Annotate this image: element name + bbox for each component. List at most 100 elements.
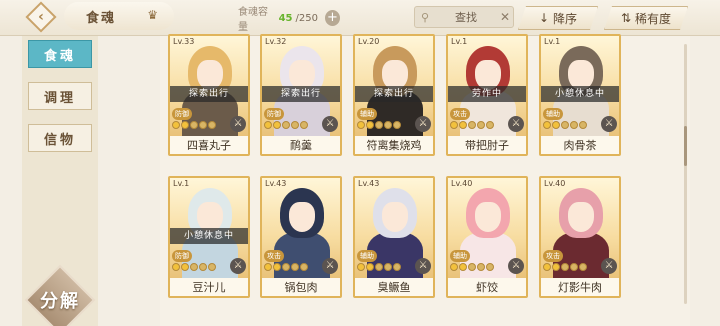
star-icon	[579, 121, 587, 129]
tab-title[interactable]: 食魂 ♛	[64, 2, 174, 30]
star-icon	[552, 263, 560, 271]
portrait-face	[568, 202, 594, 232]
card-name: 锅包肉	[262, 278, 340, 296]
scrollbar[interactable]	[684, 44, 687, 304]
star-icon	[570, 263, 578, 271]
soul-card[interactable]: Lv.40 辅助 ⚔ 虾饺	[446, 176, 528, 298]
star-icon	[570, 121, 578, 129]
card-stars	[357, 121, 401, 129]
star-icon	[366, 121, 374, 129]
card-stars	[543, 121, 587, 129]
card-name: 四喜丸子	[170, 136, 248, 154]
soul-card[interactable]: Lv.32 探索出行 防御 ⚔ 鸸羹	[260, 34, 342, 156]
card-name: 灯影牛肉	[541, 278, 619, 296]
capacity-max: /250	[295, 12, 318, 24]
card-level: Lv.1	[544, 37, 561, 46]
card-name: 符离集烧鸡	[355, 136, 433, 154]
card-level: Lv.1	[451, 37, 468, 46]
star-icon	[199, 121, 207, 129]
soul-card[interactable]: Lv.1 劳作中 攻击 ⚔ 带把肘子	[446, 34, 528, 156]
card-role-badge: 辅助	[450, 250, 470, 262]
star-icon	[450, 263, 458, 271]
scrollbar-thumb[interactable]	[684, 126, 687, 166]
sidebar-tab-cooking[interactable]: 调理	[28, 82, 92, 110]
weapon-icon: ⚔	[322, 258, 338, 274]
card-role-badge: 攻击	[543, 250, 563, 262]
weapon-icon: ⚔	[601, 116, 617, 132]
sidebar: 食魂 调理 信物 分解	[22, 36, 98, 326]
card-stars	[357, 263, 401, 271]
clear-icon[interactable]: ✕	[497, 10, 513, 24]
soul-card[interactable]: Lv.1 小憩休息中 辅助 ⚔ 肉骨茶	[539, 34, 621, 156]
sidebar-tab-label: 信物	[43, 132, 76, 148]
star-icon	[282, 121, 290, 129]
star-icon	[190, 263, 198, 271]
decompose-button[interactable]: 分解	[24, 264, 96, 326]
card-name: 虾饺	[448, 278, 526, 296]
soul-card[interactable]: Lv.1 小憩休息中 防御 ⚔ 豆汁儿	[168, 176, 250, 298]
card-name: 豆汁儿	[170, 278, 248, 296]
sidebar-tab-token[interactable]: 信物	[28, 124, 92, 152]
sidebar-tab-label: 调理	[43, 90, 76, 106]
star-icon	[264, 263, 272, 271]
card-level: Lv.1	[173, 179, 190, 188]
star-icon	[172, 121, 180, 129]
star-icon	[264, 121, 272, 129]
top-bar: ‹ 食魂 ♛ 食魂容量 45 /250 + ⚲ 查找 ✕ ↓ 降序 ⇅ 稀有度	[0, 0, 720, 36]
star-icon	[375, 121, 383, 129]
star-icon	[357, 121, 365, 129]
sort-order-button[interactable]: ↓ 降序	[518, 6, 598, 30]
star-icon	[300, 263, 308, 271]
card-status: 小憩休息中	[170, 228, 248, 244]
card-level: Lv.32	[265, 37, 287, 46]
soul-card[interactable]: Lv.20 探索出行 辅助 ⚔ 符离集烧鸡	[353, 34, 435, 156]
card-stars	[543, 263, 587, 271]
add-capacity-button[interactable]: +	[324, 10, 340, 26]
weapon-icon: ⚔	[230, 258, 246, 274]
star-icon	[561, 263, 569, 271]
portrait-face	[475, 202, 501, 232]
star-icon	[357, 263, 365, 271]
soul-card[interactable]: Lv.43 辅助 ⚔ 臭鳜鱼	[353, 176, 435, 298]
sort-rarity-button[interactable]: ⇅ 稀有度	[604, 6, 688, 30]
card-role-badge: 辅助	[543, 108, 563, 120]
card-status: 小憩休息中	[541, 86, 619, 102]
star-icon	[199, 263, 207, 271]
star-icon	[477, 263, 485, 271]
capacity-display: 食魂容量 45 /250 +	[238, 7, 340, 33]
card-level: Lv.40	[451, 179, 473, 188]
search-box[interactable]: ⚲ 查找 ✕	[414, 6, 514, 28]
star-icon	[561, 121, 569, 129]
card-level: Lv.40	[544, 179, 566, 188]
star-icon	[552, 121, 560, 129]
card-name: 臭鳜鱼	[355, 278, 433, 296]
soul-card[interactable]: Lv.40 攻击 ⚔ 灯影牛肉	[539, 176, 621, 298]
card-stars	[172, 121, 216, 129]
card-level: Lv.43	[265, 179, 287, 188]
sidebar-tab-label: 食魂	[43, 48, 76, 64]
card-role-badge: 防御	[172, 108, 192, 120]
sidebar-tab-soul[interactable]: 食魂	[28, 40, 92, 68]
star-icon	[486, 121, 494, 129]
soul-card[interactable]: Lv.33 探索出行 防御 ⚔ 四喜丸子	[168, 34, 250, 156]
capacity-current: 45	[278, 12, 293, 24]
star-icon	[291, 263, 299, 271]
card-role-badge: 防御	[264, 108, 284, 120]
star-icon	[190, 121, 198, 129]
card-status: 探索出行	[355, 86, 433, 102]
card-status: 探索出行	[262, 86, 340, 102]
star-icon	[459, 263, 467, 271]
back-button[interactable]: ‹	[18, 1, 64, 33]
star-icon	[181, 121, 189, 129]
star-icon	[181, 263, 189, 271]
weapon-icon: ⚔	[601, 258, 617, 274]
weapon-icon: ⚔	[508, 258, 524, 274]
sort-swap-icon: ⇅	[620, 11, 632, 25]
soul-card[interactable]: Lv.43 攻击 ⚔ 锅包肉	[260, 176, 342, 298]
star-icon	[291, 121, 299, 129]
card-level: Lv.20	[358, 37, 380, 46]
weapon-icon: ⚔	[415, 258, 431, 274]
card-stars	[450, 263, 494, 271]
star-icon	[393, 121, 401, 129]
portrait-face	[382, 202, 408, 232]
